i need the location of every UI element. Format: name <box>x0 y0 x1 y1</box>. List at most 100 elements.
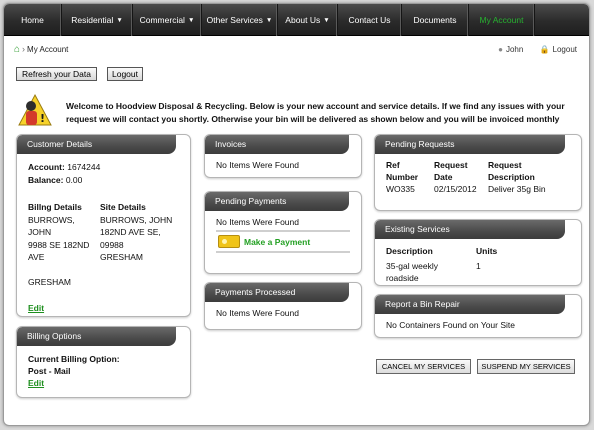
nav-my-account-label: My Account <box>479 15 524 25</box>
chevron-down-icon: ▼ <box>265 17 273 24</box>
pending-requests-panel: Pending Requests Ref Number Request Date R… <box>374 134 582 211</box>
table-header-row: Description Units <box>386 245 503 260</box>
column-header: Units <box>476 246 498 256</box>
invoices-title: Invoices <box>205 135 349 154</box>
nav-other-services[interactable]: Other Services ▼ <box>202 4 278 36</box>
nav-about-us-label: About Us <box>285 15 321 25</box>
lock-icon: 🔒 <box>539 45 550 54</box>
nav-contact-us[interactable]: Contact Us <box>338 4 402 36</box>
chevron-down-icon: ▼ <box>187 17 195 24</box>
site-details: Site Details BURROWS, JOHN 182ND AVE SE,… <box>100 201 172 289</box>
column-header: Request Description <box>488 160 535 182</box>
table-row: 35-gal weekly roadside 1 <box>386 260 503 284</box>
payment-card-icon <box>218 235 240 248</box>
table-cell: 35-gal weekly roadside <box>386 261 438 283</box>
nav-home[interactable]: Home <box>4 4 62 36</box>
pending-payments-empty-text: No Items Were Found <box>216 217 299 227</box>
nav-residential[interactable]: Residential ▼ <box>62 4 133 36</box>
payments-processed-panel: Payments Processed No Items Were Found <box>204 282 362 330</box>
table-cell: Deliver 35g Bin <box>488 184 546 194</box>
refresh-data-button[interactable]: Refresh your Data <box>16 67 97 81</box>
user-bar: ● John 🔒 Logout <box>495 45 577 54</box>
site-line: 09988 <box>100 239 124 250</box>
pending-payments-title: Pending Payments <box>205 192 349 211</box>
invoices-panel: Invoices No Items Were Found <box>204 134 362 178</box>
nav-about-us[interactable]: About Us ▼ <box>278 4 338 36</box>
table-row: WO335 02/15/2012 Deliver 35g Bin <box>386 183 552 195</box>
nav-contact-us-label: Contact Us <box>348 15 391 25</box>
make-payment-button[interactable]: Make a Payment <box>218 235 350 248</box>
breadcrumb: ⌂ › My Account <box>14 44 68 55</box>
user-name[interactable]: John <box>506 45 523 54</box>
nav-commercial-label: Commercial <box>139 15 185 25</box>
invoices-empty-text: No Items Were Found <box>216 160 299 170</box>
column-header: Ref Number <box>386 160 419 182</box>
column-header: Description <box>386 246 433 256</box>
table-cell: WO335 <box>386 184 415 194</box>
existing-services-title: Existing Services <box>375 220 565 239</box>
site-line: BURROWS, JOHN <box>100 214 173 225</box>
cancel-services-button[interactable]: CANCEL MY SERVICES <box>376 359 471 374</box>
billing-line: BURROWS, JOHN <box>28 214 75 238</box>
divider <box>216 251 350 253</box>
existing-services-panel: Existing Services Description Units 35-g… <box>374 219 582 286</box>
billing-line: AVE <box>28 252 45 262</box>
user-icon: ● <box>498 45 503 54</box>
home-icon[interactable]: ⌂ <box>14 44 20 55</box>
site-line: 182ND AVE SE, <box>100 227 161 237</box>
site-line: GRESHAM <box>100 252 143 262</box>
bin-repair-empty-text: No Containers Found on Your Site <box>386 320 516 330</box>
nav-documents-label: Documents <box>413 15 457 25</box>
nav-other-services-label: Other Services <box>206 15 263 25</box>
make-payment-label: Make a Payment <box>244 236 311 247</box>
billing-option-value: Post - Mail <box>28 366 71 376</box>
edit-billing-link[interactable]: Edit <box>28 378 44 388</box>
chevron-down-icon: ▼ <box>116 17 123 24</box>
main-nav: Home Residential ▼ Commercial ▼ Other Serv… <box>4 4 589 36</box>
billing-line: GRESHAM <box>28 277 71 287</box>
pending-requests-title: Pending Requests <box>375 135 565 154</box>
billing-line <box>28 264 100 277</box>
billing-options-panel: Billing Options Current Billing Option: … <box>16 326 191 398</box>
existing-services-table: Description Units 35-gal weekly roadside… <box>386 245 503 284</box>
breadcrumb-current: My Account <box>27 45 69 54</box>
nav-documents[interactable]: Documents <box>402 4 469 36</box>
logout-button[interactable]: Logout <box>107 67 143 81</box>
logout-link[interactable]: Logout <box>553 45 577 54</box>
table-header-row: Ref Number Request Date Request Description <box>386 159 552 183</box>
nav-commercial[interactable]: Commercial ▼ <box>133 4 202 36</box>
customer-details-panel: Customer Details Account: 1674244 Balanc… <box>16 134 191 317</box>
billing-options-title: Billing Options <box>17 327 177 346</box>
suspend-services-button[interactable]: SUSPEND MY SERVICES <box>477 359 575 374</box>
nav-my-account[interactable]: My Account <box>469 4 535 36</box>
account-label: Account: <box>28 162 65 172</box>
billing-details-header: Billng Details <box>28 202 82 212</box>
bin-repair-panel: Report a Bin Repair No Containers Found … <box>374 294 582 338</box>
info-person-icon: ! <box>18 93 52 126</box>
payments-processed-empty-text: No Items Were Found <box>216 308 299 318</box>
table-cell: 1 <box>476 261 481 271</box>
nav-residential-label: Residential <box>71 15 114 25</box>
balance-label: Balance: <box>28 175 64 185</box>
site-details-header: Site Details <box>100 202 146 212</box>
column-header: Request Date <box>434 160 468 182</box>
divider <box>216 230 350 232</box>
pending-requests-table: Ref Number Request Date Request Description… <box>386 159 552 195</box>
billing-option-label: Current Billing Option: <box>28 354 120 364</box>
pending-payments-panel: Pending Payments No Items Were Found Mak… <box>204 191 362 274</box>
billing-line: 9988 SE 182ND <box>28 239 90 250</box>
customer-details-title: Customer Details <box>17 135 177 154</box>
breadcrumb-separator: › <box>22 44 26 54</box>
bin-repair-title: Report a Bin Repair <box>375 295 565 314</box>
payments-processed-title: Payments Processed <box>205 283 349 302</box>
billing-details: Billng Details BURROWS, JOHN 9988 SE 182… <box>28 201 100 289</box>
balance-value: 0.00 <box>65 175 83 185</box>
app-window: Home Residential ▼ Commercial ▼ Other Serv… <box>3 3 590 426</box>
chevron-down-icon: ▼ <box>323 17 330 24</box>
account-value: 1674244 <box>67 162 101 172</box>
edit-customer-link[interactable]: Edit <box>28 303 44 313</box>
svg-text:!: ! <box>40 112 45 125</box>
welcome-message: Welcome to Hoodview Disposal & Recycling… <box>66 101 565 124</box>
nav-home-label: Home <box>21 15 44 25</box>
table-cell: 02/15/2012 <box>434 184 477 194</box>
